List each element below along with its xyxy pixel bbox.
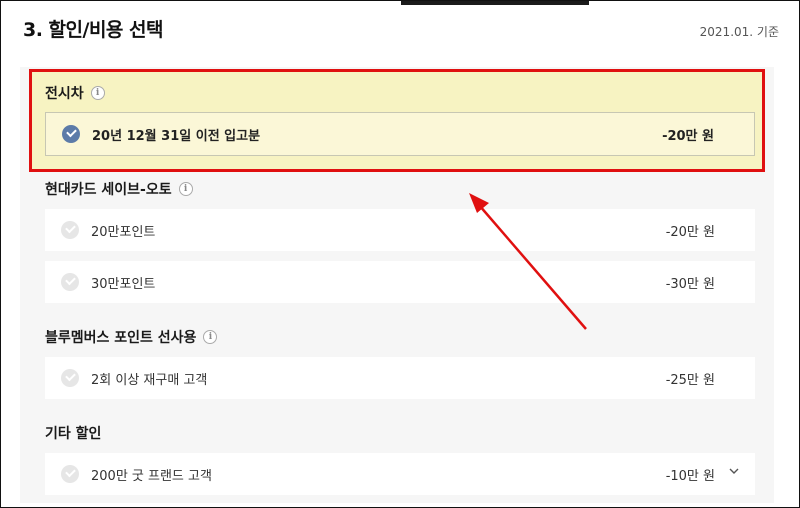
option-price: -30만 원 (665, 276, 715, 292)
option-30man-points[interactable]: 30만포인트 -30만 원 (45, 261, 755, 303)
section-title-text: 현대카드 세이브-오토 (45, 182, 172, 198)
info-icon[interactable]: i (203, 330, 218, 344)
section-other-discount: 기타 할인 (45, 423, 753, 443)
option-repurchase-customer[interactable]: 2회 이상 재구매 고객 -25만 원 (45, 357, 755, 399)
section-bluemembers: 블루멤버스 포인트 선사용 i (45, 327, 753, 347)
option-price: -25만 원 (665, 372, 715, 388)
section-display-car: 전시차 i (45, 83, 753, 103)
option-label: 20년 12월 31일 이전 입고분 (92, 128, 261, 144)
option-price: -20만 원 (662, 128, 714, 144)
section-title: 현대카드 세이브-오토 i (45, 179, 753, 199)
section-title-text: 기타 할인 (45, 426, 102, 442)
option-20man-points[interactable]: 20만포인트 -20만 원 (45, 209, 755, 251)
check-circle-icon (62, 125, 80, 143)
section-title-text: 전시차 (45, 86, 84, 102)
check-circle-icon (61, 221, 79, 239)
section-title: 블루멤버스 포인트 선사용 i (45, 327, 753, 347)
check-circle-icon (61, 465, 79, 483)
option-label: 2회 이상 재구매 고객 (91, 372, 208, 388)
screenshot-frame: 3. 할인/비용 선택 2021.01. 기준 전시차 i 20년 12월 31… (0, 0, 800, 508)
option-good-friend-customer[interactable]: 200만 굿 프랜드 고객 -10만 원 (45, 453, 755, 495)
option-price: -20만 원 (665, 224, 715, 240)
section-hyundai-card: 현대카드 세이브-오토 i (45, 179, 753, 199)
section-title-text: 블루멤버스 포인트 선사용 (45, 330, 197, 346)
check-circle-icon (61, 273, 79, 291)
option-label: 200만 굿 프랜드 고객 (91, 468, 212, 484)
option-label: 20만포인트 (91, 224, 156, 240)
option-price: -10만 원 (665, 468, 715, 484)
info-icon[interactable]: i (178, 182, 193, 196)
date-reference: 2021.01. 기준 (699, 25, 779, 39)
section-title: 전시차 i (45, 83, 753, 103)
chevron-down-icon[interactable] (729, 466, 739, 476)
check-circle-icon (61, 369, 79, 387)
page-header: 3. 할인/비용 선택 2021.01. 기준 (23, 15, 779, 45)
option-label: 30만포인트 (91, 276, 156, 292)
section-title: 기타 할인 (45, 423, 753, 443)
page-title: 3. 할인/비용 선택 (23, 19, 164, 41)
option-display-car-before-1231[interactable]: 20년 12월 31일 이전 입고분 -20만 원 (45, 112, 755, 156)
info-icon[interactable]: i (90, 86, 105, 100)
top-indicator-bar (401, 1, 589, 5)
